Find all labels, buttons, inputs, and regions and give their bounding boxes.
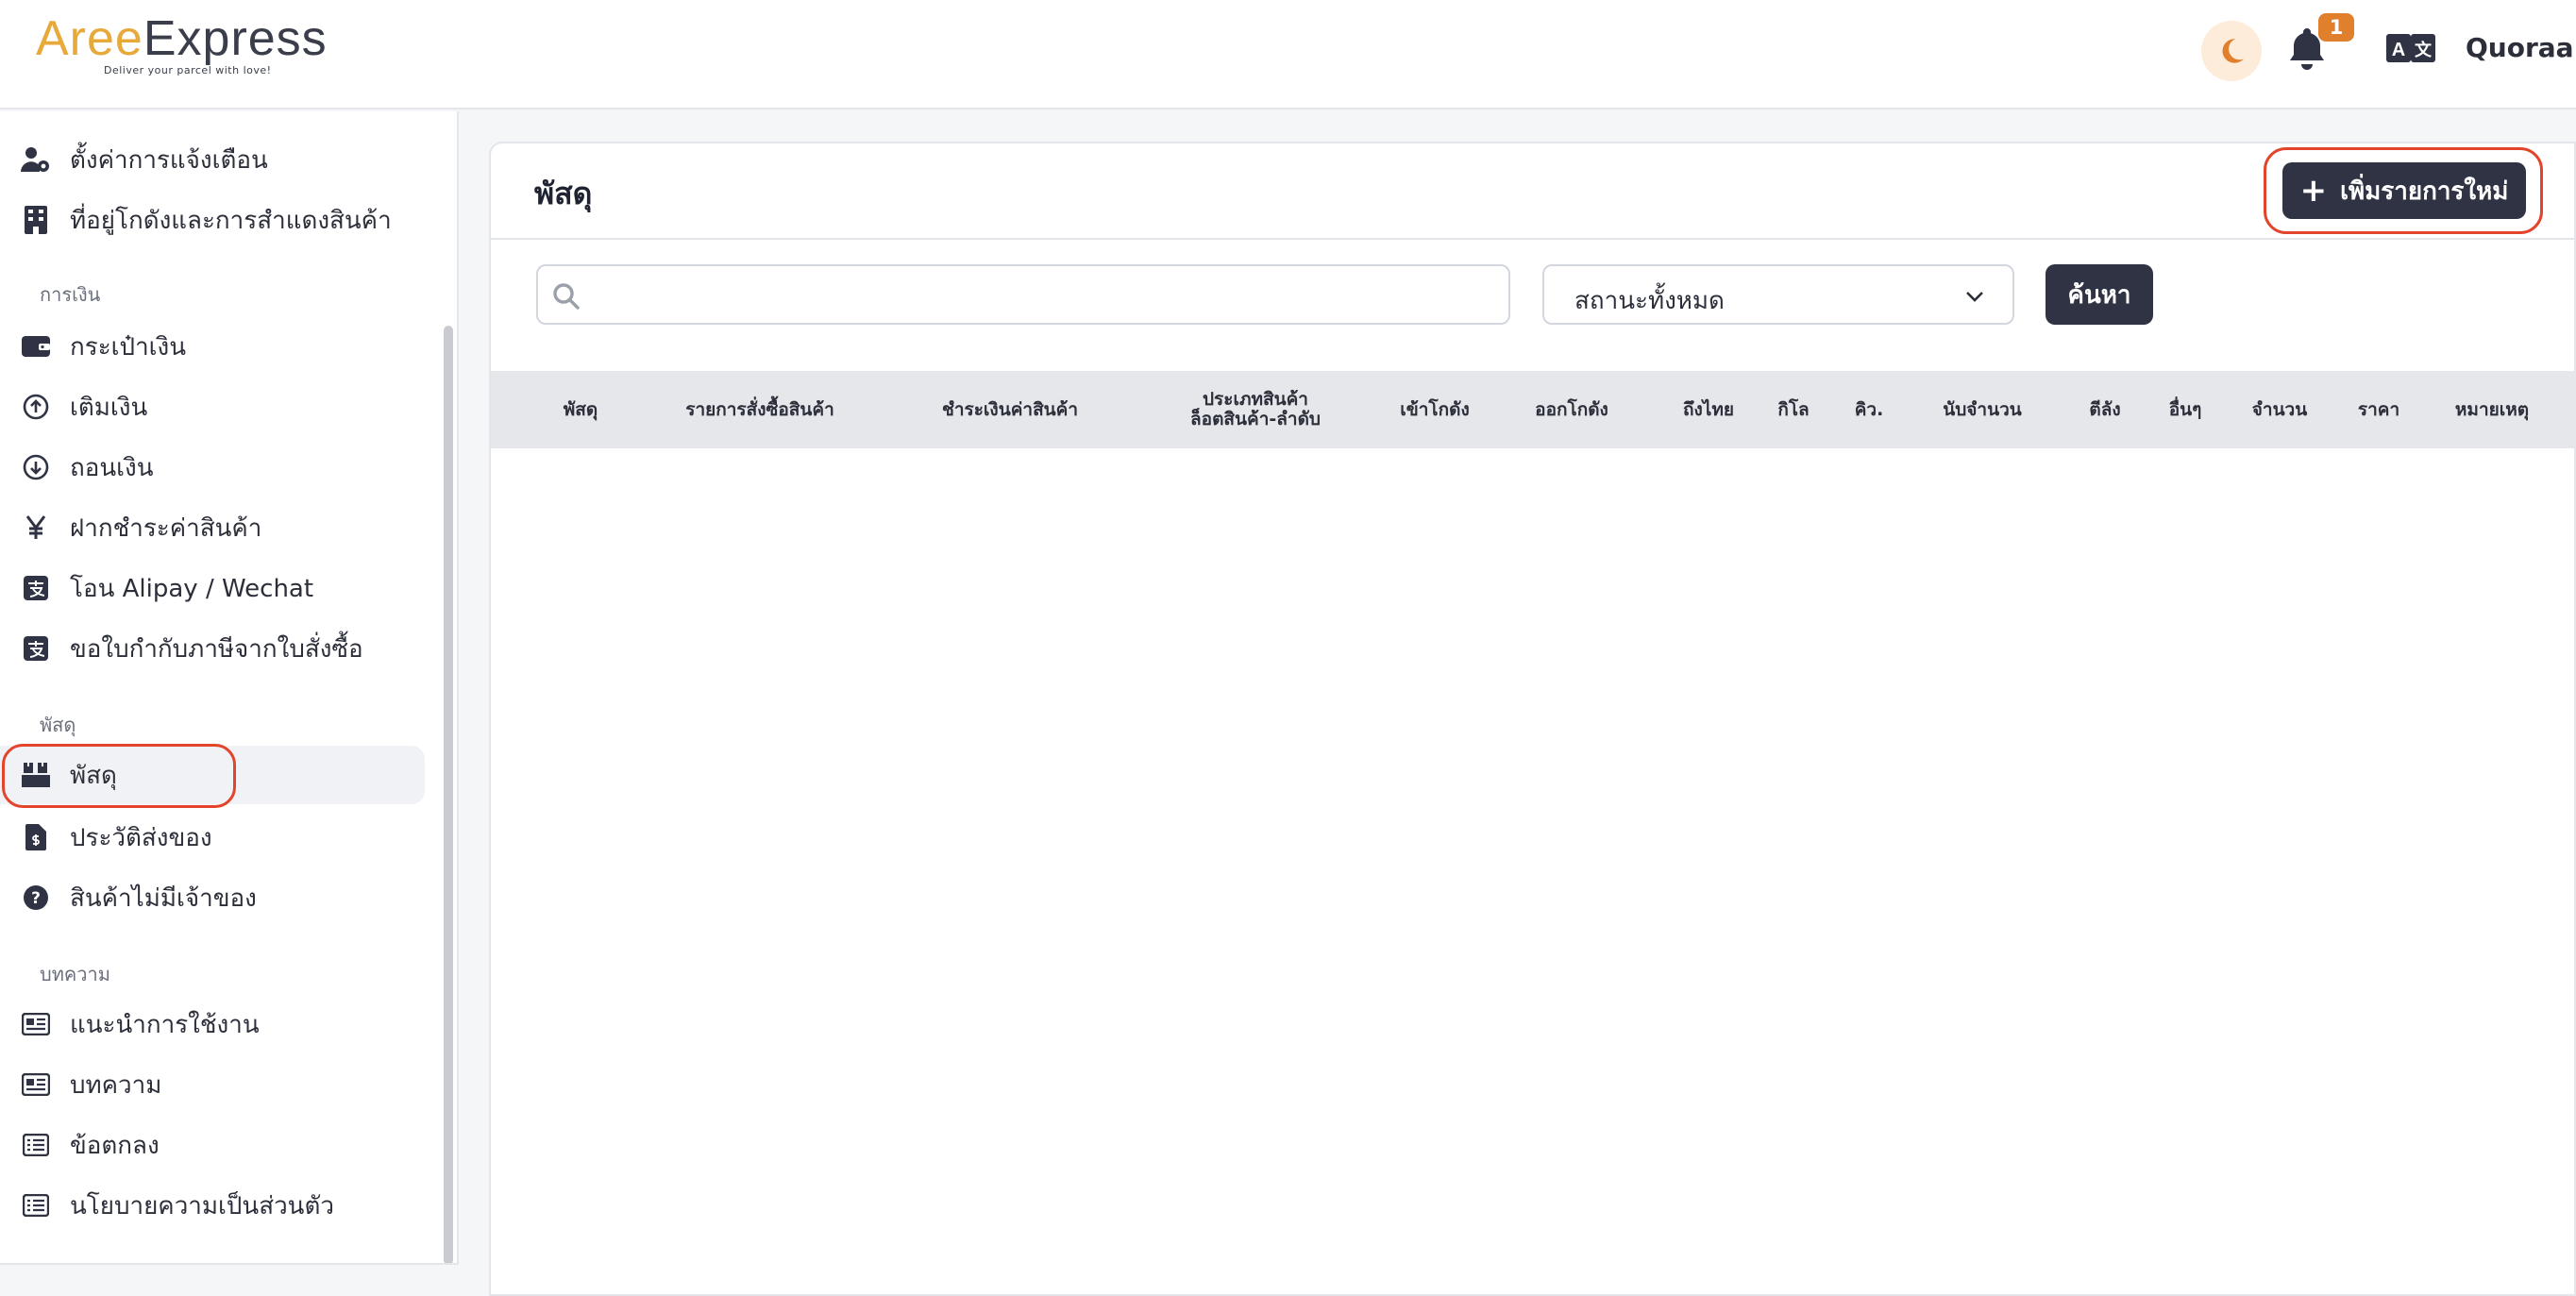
moon-icon (2222, 39, 2244, 63)
search-icon (553, 283, 580, 310)
column-header[interactable]: กิโล (1756, 371, 1831, 448)
alipay-icon (19, 631, 53, 665)
wallet-icon (19, 329, 53, 363)
building-icon (19, 203, 53, 237)
list-icon (19, 1188, 53, 1222)
sidebar-item-privacy-policy[interactable]: นโยบายความเป็นส่วนตัว (0, 1176, 425, 1235)
logo-brand-b: Express (143, 11, 328, 66)
highlight-parcel-menu (2, 744, 236, 808)
search-input[interactable] (593, 278, 1490, 313)
page-title: พัสดุ (534, 176, 593, 211)
sidebar-item-label: ฝากชำระค่าสินค้า (70, 513, 262, 543)
column-header[interactable]: คิว. (1831, 371, 1907, 448)
list-icon (19, 1128, 53, 1162)
sidebar-bottom-divider (0, 1263, 459, 1265)
newspaper-icon (19, 1007, 53, 1041)
logo-brand-a: Aree (36, 11, 143, 66)
column-header[interactable]: ราคา (2332, 371, 2426, 448)
sidebar-item-label: บทความ (70, 1070, 162, 1100)
yen-icon (19, 511, 53, 545)
sidebar-item-label: โอน Alipay / Wechat (70, 574, 314, 603)
highlight-add-button (2264, 147, 2543, 234)
svg-text:?: ? (31, 889, 41, 908)
logo[interactable]: AreeExpress Deliver your parcel with lov… (36, 11, 338, 85)
sidebar-item-notification-settings[interactable]: ตั้งค่าการแจ้งเตือน (0, 130, 425, 189)
column-header[interactable]: ชำระเงินค่าสินค้า (906, 371, 1114, 448)
search-button[interactable]: ค้นหา (2046, 264, 2153, 325)
sidebar-item-label: ประวัติส่งของ (70, 823, 212, 852)
column-header[interactable]: ประเภทสินค้า ล็อตสินค้า-ลำดับ (1142, 371, 1369, 448)
column-header[interactable]: ออกโกดัง (1510, 371, 1633, 448)
sidebar-item-wallet[interactable]: กระเป๋าเงิน (0, 317, 425, 376)
column-header[interactable]: อื่นๆ (2138, 371, 2232, 448)
sidebar-item-user-guide[interactable]: แนะนำการใช้งาน (0, 995, 425, 1053)
sidebar-item-alipay-transfer[interactable]: โอน Alipay / Wechat (0, 559, 425, 617)
sidebar-item-terms[interactable]: ข้อตกลง (0, 1116, 425, 1174)
sidebar-item-topup[interactable]: เติมเงิน (0, 378, 425, 436)
status-select[interactable]: สถานะทั้งหมด (1542, 264, 2014, 325)
column-header[interactable]: พัสดุ (529, 371, 632, 448)
sidebar-item-label: ตั้งค่าการแจ้งเตือน (70, 145, 268, 175)
table-header: พัสดุ รายการสั่งซื้อสินค้า ชำระเงินค่าสิ… (491, 371, 2576, 448)
sidebar-item-articles[interactable]: บทความ (0, 1055, 425, 1114)
sidebar-item-unclaimed-items[interactable]: ? สินค้าไม่มีเจ้าของ (0, 868, 425, 927)
sidebar-item-label: กระเป๋าเงิน (70, 332, 187, 362)
column-header[interactable]: นับจำนวน (1907, 371, 2058, 448)
sidebar-item-label: ข้อตกลง (70, 1131, 160, 1160)
sidebar-item-shipping-history[interactable]: ประวัติส่งของ (0, 808, 425, 867)
sidebar-item-label: ที่อยู่โกดังและการสำแดงสินค้า (70, 206, 392, 235)
column-header[interactable]: รายการสั่งซื้อสินค้า (651, 371, 868, 448)
sidebar-item-label: สินค้าไม่มีเจ้าของ (70, 884, 257, 913)
top-header: AreeExpress Deliver your parcel with lov… (0, 0, 2576, 109)
sidebar-section-articles: บทความ (40, 963, 110, 985)
column-header[interactable]: หมายเหตุ (2426, 371, 2558, 448)
file-invoice-icon (19, 820, 53, 854)
column-header[interactable]: เข้าโกดัง (1378, 371, 1491, 448)
circle-arrow-down-icon (19, 450, 53, 484)
svg-text:A: A (2392, 40, 2405, 60)
card-divider (491, 238, 2576, 240)
sidebar-item-tax-invoice[interactable]: ขอใบกำกับภาษีจากใบสั่งซื้อ (0, 619, 425, 678)
sidebar-item-withdraw[interactable]: ถอนเงิน (0, 438, 425, 497)
sidebar-item-label: แนะนำการใช้งาน (70, 1010, 260, 1039)
sidebar-item-warehouse-address[interactable]: ที่อยู่โกดังและการสำแดงสินค้า (0, 191, 425, 249)
sidebar-item-label: เติมเงิน (70, 393, 148, 422)
notification-badge: 1 (2318, 13, 2354, 42)
sidebar-scrollbar[interactable] (444, 326, 453, 1265)
user-gear-icon (19, 143, 53, 177)
sidebar-section-finance: การเงิน (40, 283, 101, 306)
circle-arrow-up-icon (19, 390, 53, 424)
column-header[interactable]: จำนวน (2228, 371, 2332, 448)
sidebar-item-label: นโยบายความเป็นส่วนตัว (70, 1191, 334, 1220)
sidebar-item-deposit-payment[interactable]: ฝากชำระค่าสินค้า (0, 498, 425, 557)
sidebar-section-parcel: พัสดุ (40, 714, 76, 736)
newspaper-icon (19, 1068, 53, 1102)
svg-text:文: 文 (2415, 40, 2433, 60)
chevron-down-icon (1966, 292, 1983, 302)
alipay-icon (19, 571, 53, 605)
user-name[interactable]: Quoraa (2466, 32, 2574, 63)
language-icon[interactable]: A 文 (2386, 32, 2435, 66)
theme-toggle-button[interactable] (2201, 21, 2262, 81)
status-select-value: สถานะทั้งหมด (1574, 287, 1725, 315)
question-circle-icon: ? (19, 881, 53, 915)
column-header[interactable]: ถึงไทย (1652, 371, 1765, 448)
sidebar-item-label: ขอใบกำกับภาษีจากใบสั่งซื้อ (70, 634, 363, 664)
sidebar-item-label: ถอนเงิน (70, 453, 154, 482)
search-field[interactable] (536, 264, 1510, 325)
